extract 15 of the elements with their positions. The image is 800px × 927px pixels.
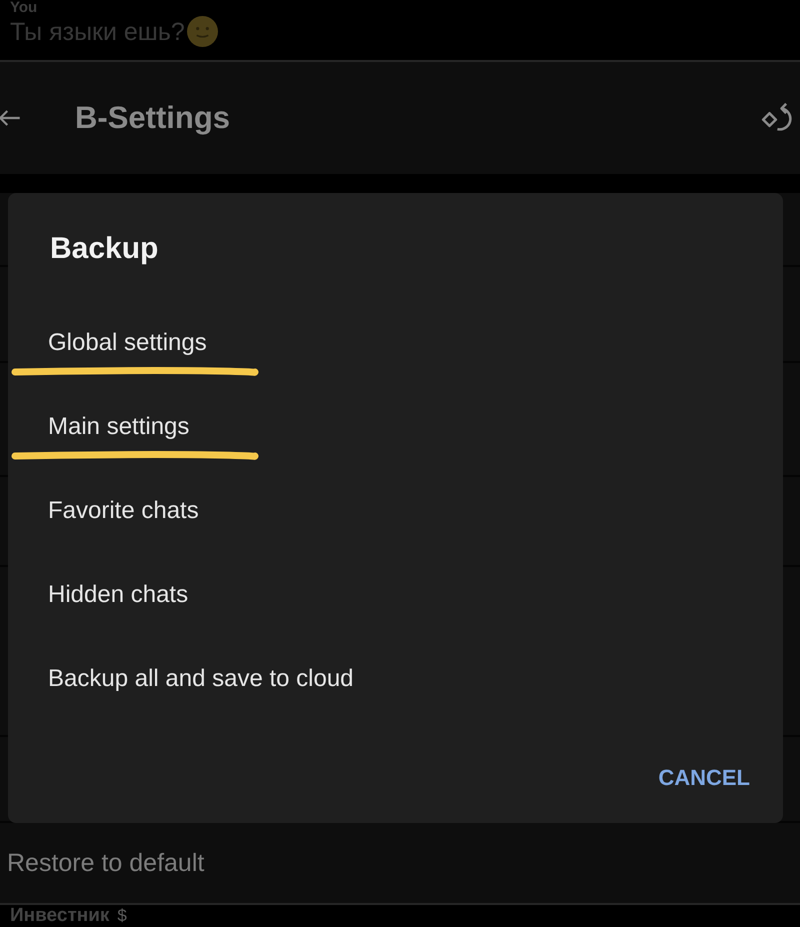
dialog-title: Backup xyxy=(50,231,160,267)
smiley-icon xyxy=(186,16,218,47)
message-preview: Ты языки ешь? xyxy=(10,16,185,46)
screen-title: B-Settings xyxy=(75,100,231,136)
menu-option[interactable]: Backup all and save to cloud xyxy=(8,637,783,721)
sender-name: You xyxy=(10,0,38,16)
section-title: Инвестник xyxy=(10,905,110,927)
row-label: Restore to default xyxy=(7,848,204,878)
cancel-button[interactable]: CANCEL xyxy=(650,756,758,800)
dollar-sign-label: $ xyxy=(117,905,127,927)
menu-option[interactable]: Hidden chats xyxy=(8,553,783,637)
menu-option[interactable]: Favorite chats xyxy=(8,469,783,553)
settings-row[interactable]: Restore to default xyxy=(0,823,800,905)
menu-option[interactable]: Global settings xyxy=(8,301,783,385)
menu-option[interactable]: Main settings xyxy=(8,385,783,469)
